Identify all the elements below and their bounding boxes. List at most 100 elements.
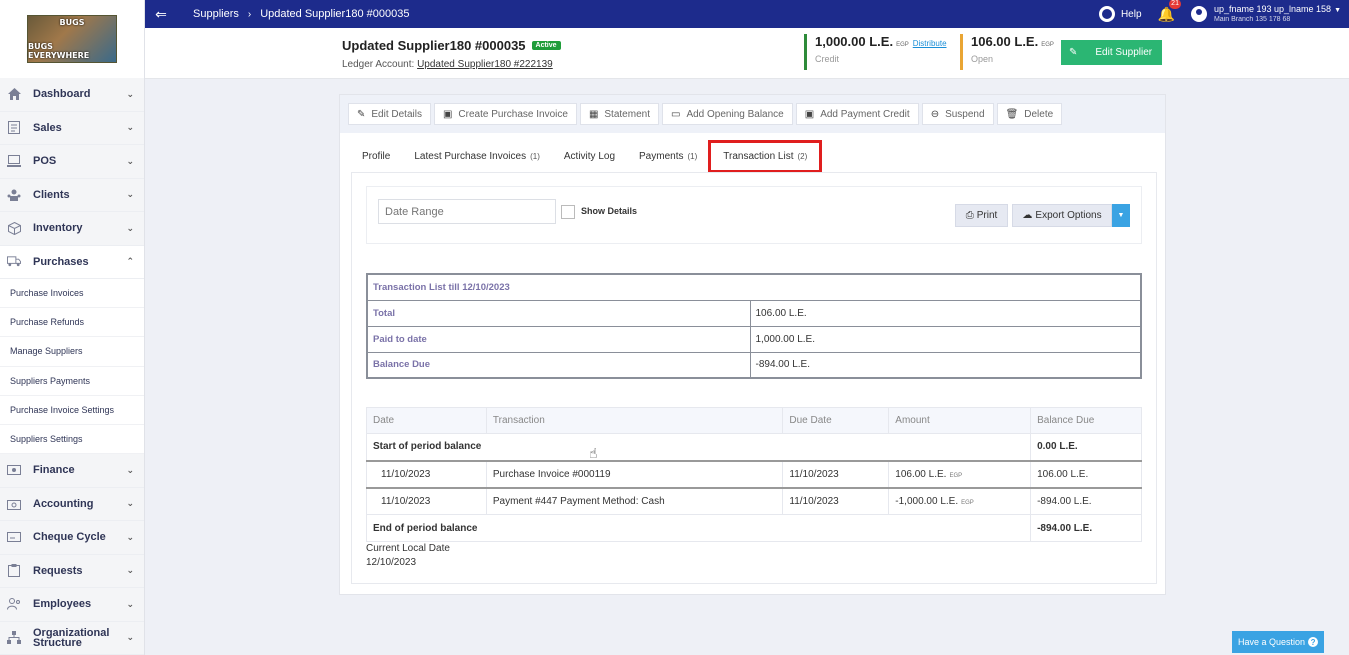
filter-bar: Show Details ⎙Print ☁Export Options ▼ bbox=[366, 186, 1142, 244]
tab-count: (1) bbox=[687, 151, 698, 161]
tab-payments[interactable]: Payments (1) bbox=[639, 151, 697, 162]
menu-toggle-icon[interactable]: ⇐ bbox=[145, 6, 177, 23]
summary-key: Balance Due bbox=[366, 351, 751, 379]
open-label: Open bbox=[971, 54, 994, 64]
date-range-input[interactable] bbox=[378, 199, 556, 224]
credit-label: Credit bbox=[815, 54, 840, 64]
tab-label: Latest Purchase Invoices bbox=[414, 150, 527, 162]
row-transaction[interactable]: Payment #447 Payment Method: Cash bbox=[485, 486, 784, 515]
sidebar-item-purchases[interactable]: Purchases ⌃ bbox=[0, 245, 144, 279]
summary-key: Paid to date bbox=[366, 325, 751, 353]
question-icon: ? bbox=[1308, 637, 1319, 647]
ledger-account-link[interactable]: Updated Supplier180 #222139 bbox=[417, 59, 553, 70]
hand-cursor-icon: ☝ bbox=[589, 445, 598, 461]
edit-supplier-label: Edit Supplier bbox=[1095, 47, 1153, 58]
supplier-header: Updated Supplier180 #000035 Active Ledge… bbox=[145, 28, 1349, 79]
row-balance: -894.00 L.E. bbox=[1030, 486, 1142, 515]
sidebar-item-requests[interactable]: Requests ⌄ bbox=[0, 554, 144, 589]
help-button[interactable]: Help bbox=[1098, 6, 1142, 22]
suspend-label: Suspend bbox=[945, 108, 985, 120]
submenu-suppliers-settings[interactable]: Suppliers Settings bbox=[0, 425, 144, 455]
print-button[interactable]: ⎙ Print bbox=[955, 204, 1008, 227]
statement-button[interactable]: ▦ Statement bbox=[579, 103, 659, 125]
row-transaction[interactable]: Purchase Invoice #000119 bbox=[485, 459, 784, 488]
purchases-submenu: Purchase Invoices Purchase Refunds Manag… bbox=[0, 279, 144, 455]
tab-activity-log[interactable]: Activity Log bbox=[564, 151, 615, 162]
column-header-amount: Amount bbox=[888, 407, 1032, 434]
table-row[interactable]: 11/10/2023 Purchase Invoice #000119 11/1… bbox=[366, 459, 1142, 488]
add-opening-balance-button[interactable]: ▭ Add Opening Balance bbox=[661, 103, 793, 125]
box-icon bbox=[7, 221, 21, 235]
submenu-purchase-invoice-settings[interactable]: Purchase Invoice Settings bbox=[0, 396, 144, 425]
pencil-icon: ✎ bbox=[357, 108, 366, 120]
submenu-manage-suppliers[interactable]: Manage Suppliers bbox=[0, 337, 144, 367]
logo-line1: BUGS bbox=[59, 18, 85, 27]
minus-circle-icon: ⊖ bbox=[930, 108, 940, 120]
suspend-button[interactable]: ⊖ Suspend bbox=[921, 103, 994, 125]
distribute-link[interactable]: Distribute bbox=[913, 39, 947, 48]
submenu-purchase-refunds[interactable]: Purchase Refunds bbox=[0, 308, 144, 338]
row-date: 11/10/2023 bbox=[366, 486, 487, 515]
sidebar-item-dashboard[interactable]: Dashboard ⌄ bbox=[0, 78, 144, 112]
export-dropdown-toggle[interactable]: ▼ bbox=[1112, 204, 1130, 227]
sidebar-item-cheque-cycle[interactable]: Cheque Cycle ⌄ bbox=[0, 521, 144, 555]
money-icon: ▣ bbox=[804, 108, 815, 120]
submenu-purchase-invoices[interactable]: Purchase Invoices bbox=[0, 279, 144, 309]
breadcrumb-suppliers[interactable]: Suppliers bbox=[193, 8, 239, 20]
caret-down-icon: ▼ bbox=[1334, 6, 1341, 14]
sidebar-item-inventory[interactable]: Inventory ⌄ bbox=[0, 212, 144, 246]
sales-icon bbox=[7, 121, 21, 135]
sidebar-item-accounting[interactable]: Accounting ⌄ bbox=[0, 487, 144, 522]
sidebar-item-finance[interactable]: Finance ⌄ bbox=[0, 454, 144, 488]
action-toolbar: ✎ Edit Details ▣ Create Purchase Invoice ▦… bbox=[340, 95, 1165, 133]
have-a-question-button[interactable]: Have a Question ? bbox=[1232, 631, 1324, 653]
sidebar-item-employees[interactable]: Employees ⌄ bbox=[0, 588, 144, 622]
ledger-account: Ledger Account: Updated Supplier180 #222… bbox=[342, 59, 553, 70]
end-period-row: End of period balance -894.00 L.E. bbox=[365, 514, 1142, 542]
edit-details-button[interactable]: ✎ Edit Details bbox=[348, 103, 431, 125]
logo-line2: BUGS EVERYWHERE bbox=[28, 42, 90, 60]
print-label: Print bbox=[976, 210, 998, 221]
edit-supplier-button[interactable]: ✎ Edit Supplier bbox=[1061, 40, 1162, 65]
sidebar-item-pos[interactable]: POS ⌄ bbox=[0, 145, 144, 179]
tab-count: (2) bbox=[797, 151, 808, 161]
clients-icon bbox=[7, 188, 21, 202]
chevron-down-icon: ⌄ bbox=[126, 598, 134, 609]
show-details-checkbox[interactable] bbox=[561, 205, 575, 219]
table-row[interactable]: 11/10/2023 Payment #447 Payment Method: … bbox=[366, 486, 1142, 515]
sidebar-item-sales[interactable]: Sales ⌄ bbox=[0, 111, 144, 145]
tab-label: Transaction List bbox=[723, 150, 794, 162]
summary-key: Total bbox=[366, 299, 751, 327]
chevron-down-icon: ⌄ bbox=[126, 122, 134, 133]
submenu-suppliers-payments[interactable]: Suppliers Payments bbox=[0, 367, 144, 396]
sidebar-item-label: POS bbox=[33, 155, 57, 168]
local-date-value: 12/10/2023 bbox=[366, 557, 417, 568]
sidebar-item-organizational-structure[interactable]: Organizational Structure ⌄ bbox=[0, 621, 144, 655]
sidebar-item-clients[interactable]: Clients ⌄ bbox=[0, 178, 144, 212]
add-opening-balance-label: Add Opening Balance bbox=[686, 108, 784, 120]
column-header-balance-due: Balance Due bbox=[1030, 407, 1142, 434]
edit-details-label: Edit Details bbox=[371, 108, 422, 120]
logo-image: BUGS BUGS EVERYWHERE bbox=[27, 15, 117, 63]
requests-icon bbox=[7, 564, 21, 578]
trash-icon: 🗑 bbox=[1005, 108, 1019, 120]
chevron-down-icon: ⌄ bbox=[126, 531, 134, 542]
notifications-button[interactable]: 🔔 21 bbox=[1158, 0, 1181, 23]
open-summary: 106.00 L.E. EGP Open bbox=[960, 34, 1054, 70]
end-period-balance: -894.00 L.E. bbox=[1030, 514, 1142, 542]
have-question-label: Have a Question bbox=[1237, 637, 1306, 647]
create-purchase-invoice-button[interactable]: ▣ Create Purchase Invoice bbox=[433, 103, 577, 125]
tab-transaction-list[interactable]: Transaction List (2) bbox=[708, 139, 823, 173]
sidebar-item-label: Employees bbox=[33, 598, 92, 611]
logo[interactable]: BUGS BUGS EVERYWHERE bbox=[0, 0, 144, 78]
delete-button[interactable]: 🗑 Delete bbox=[996, 103, 1063, 125]
export-options-button[interactable]: ☁ Export Options bbox=[1012, 204, 1112, 227]
sidebar-item-label: Dashboard bbox=[33, 88, 91, 101]
tab-profile[interactable]: Profile bbox=[362, 151, 390, 162]
home-icon bbox=[7, 87, 21, 101]
tab-latest-purchase-invoices[interactable]: Latest Purchase Invoices (1) bbox=[414, 151, 540, 162]
add-payment-credit-button[interactable]: ▣ Add Payment Credit bbox=[795, 103, 919, 125]
finance-icon bbox=[7, 463, 21, 477]
user-menu[interactable]: up_fname 193 up_lname 158 ▼ Main Branch 1… bbox=[1190, 4, 1341, 24]
local-date-label: Current Local Date bbox=[366, 543, 450, 554]
